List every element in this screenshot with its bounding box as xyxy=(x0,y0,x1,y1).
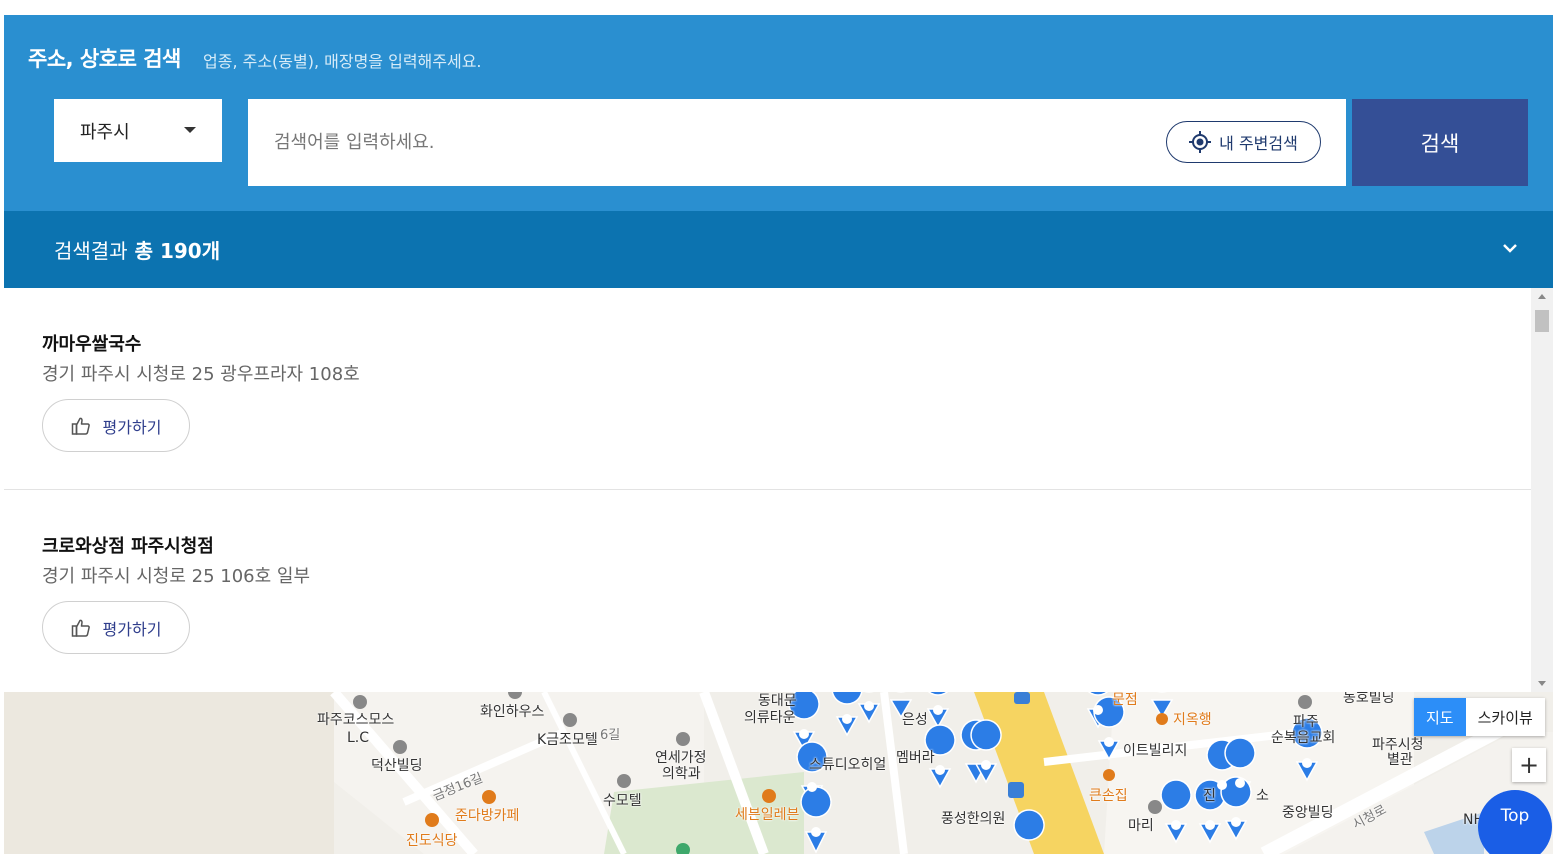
map-label: 지옥행 xyxy=(1173,712,1212,728)
zoom-in-button[interactable]: + xyxy=(1512,748,1546,782)
map-label: 큰손집 xyxy=(1089,788,1128,804)
scroll-top-button[interactable]: Top xyxy=(1478,790,1552,854)
nearby-search-label: 내 주변검색 xyxy=(1219,134,1298,153)
map-label: 은성 xyxy=(902,712,928,728)
tab-skyview[interactable]: 스카이뷰 xyxy=(1466,698,1545,736)
map-label: K금조모텔 xyxy=(537,732,598,748)
scroll-down-arrow-icon[interactable] xyxy=(1538,681,1546,686)
map-label: 연세가정 xyxy=(655,750,707,766)
region-select[interactable]: 파주시 xyxy=(54,99,222,162)
list-item[interactable]: 크로와상점 파주시청점 경기 파주시 시청로 25 106호 일부 평가하기 xyxy=(4,490,1531,692)
search-hint: 업종, 주소(동별), 매장명을 입력해주세요. xyxy=(203,52,482,71)
map-label: 화인하우스 xyxy=(480,704,545,720)
map-label: 멤버라 xyxy=(896,750,935,766)
map-label: 이트빌리지 xyxy=(1123,743,1188,759)
map-type-tabs: 지도 스카이뷰 xyxy=(1414,698,1545,736)
nearby-search-button[interactable]: 내 주변검색 xyxy=(1166,121,1321,163)
app-frame: 주소, 상호로 검색 업종, 주소(동별), 매장명을 입력해주세요. 파주시 … xyxy=(4,15,1553,854)
region-select-value: 파주시 xyxy=(80,121,130,143)
list-scrollbar[interactable] xyxy=(1531,288,1553,692)
map-label: L.C xyxy=(347,730,370,746)
search-button[interactable]: 검색 xyxy=(1352,99,1528,186)
map-label: 세븐일레븐 xyxy=(735,807,800,823)
search-input[interactable] xyxy=(248,99,1148,186)
map-label: 진 xyxy=(1203,788,1216,804)
map-label: 파주시청 xyxy=(1372,737,1424,753)
result-list: 까마우쌀국수 경기 파주시 시청로 25 광우프라자 108호 평가하기 크로와… xyxy=(4,288,1553,692)
map-label: 동호빌딩 xyxy=(1343,692,1395,706)
map-label: 풍성한의원 xyxy=(941,811,1006,827)
tab-map[interactable]: 지도 xyxy=(1414,698,1466,736)
search-panel: 주소, 상호로 검색 업종, 주소(동별), 매장명을 입력해주세요. 파주시 … xyxy=(4,15,1553,211)
rate-button-label: 평가하기 xyxy=(102,619,162,639)
caret-down-icon xyxy=(184,127,196,133)
result-prefix: 검색결과 xyxy=(54,239,128,263)
result-summary-bar[interactable]: 검색결과 총 190개 xyxy=(4,211,1553,288)
map-label: 파주 xyxy=(1293,714,1319,730)
map-label: 덕산빌딩 xyxy=(371,758,423,774)
map-label: 의류타운 xyxy=(744,710,796,726)
rate-button[interactable]: 평가하기 xyxy=(42,601,190,654)
scroll-up-arrow-icon[interactable] xyxy=(1538,294,1546,299)
search-title: 주소, 상호로 검색 xyxy=(28,47,181,71)
store-name: 까마우쌀국수 xyxy=(42,334,142,355)
map-label: 파주코스모스 xyxy=(317,712,395,728)
chevron-down-icon[interactable] xyxy=(1503,241,1517,255)
map-label: 스튜디오히얼 xyxy=(809,757,887,773)
map-label: 동대문 xyxy=(758,693,797,709)
thumbs-up-icon xyxy=(71,417,90,435)
map-label: 6길 xyxy=(600,728,621,743)
map-label: 순복음교회 xyxy=(1271,730,1336,746)
map-label: 소 xyxy=(1256,788,1269,804)
scroll-thumb[interactable] xyxy=(1535,310,1549,332)
map-label: 진도식당 xyxy=(406,833,458,849)
store-name: 크로와상점 파주시청점 xyxy=(42,536,214,557)
map-view[interactable]: 파주코스모스 L.C 덕산빌딩 화인하우스 K금조모텔 6길 금정16길 준다방… xyxy=(4,692,1553,854)
search-box: 내 주변검색 xyxy=(248,99,1346,186)
map-label: 문점 xyxy=(1112,692,1138,708)
rate-button[interactable]: 평가하기 xyxy=(42,399,190,452)
map-label: 마리 xyxy=(1128,818,1154,834)
location-target-icon xyxy=(1189,131,1212,153)
map-label: 별관 xyxy=(1387,752,1413,768)
map-label: 의학과 xyxy=(662,766,701,782)
map-label: 수모텔 xyxy=(603,793,642,809)
result-count: 총 190개 xyxy=(134,239,221,263)
store-address: 경기 파주시 시청로 25 광우프라자 108호 xyxy=(42,364,360,385)
list-item[interactable]: 까마우쌀국수 경기 파주시 시청로 25 광우프라자 108호 평가하기 xyxy=(4,288,1531,490)
map-label: 중앙빌딩 xyxy=(1282,805,1334,821)
thumbs-up-icon xyxy=(71,619,90,637)
rate-button-label: 평가하기 xyxy=(102,417,162,437)
store-address: 경기 파주시 시청로 25 106호 일부 xyxy=(42,566,311,587)
map-label: 준다방카페 xyxy=(455,808,520,824)
